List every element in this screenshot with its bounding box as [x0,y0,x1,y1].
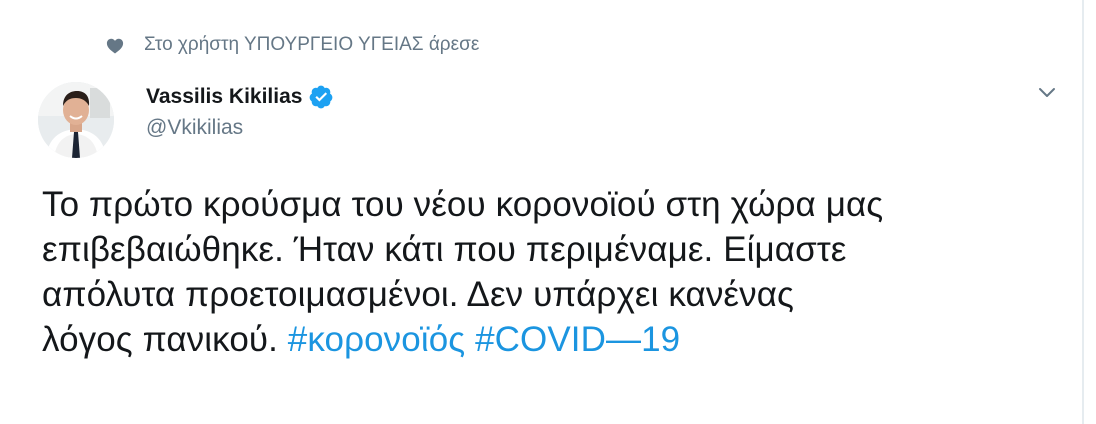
tweet-line: λόγος πανικού. [42,320,278,359]
tweet-card[interactable]: Στο χρήστη ΥΠΟΥΡΓΕΙΟ ΥΓΕΙΑΣ άρεσε Vassil… [0,0,1084,424]
tweet-line: επιβεβαιώθηκε. Ήταν κάτι που περιμέναμε.… [42,230,847,269]
hashtag-link[interactable]: #κορονοϊός [288,320,465,359]
hashtag-link[interactable]: #COVID—19 [475,320,680,359]
social-context: Στο χρήστη ΥΠΟΥΡΓΕΙΟ ΥΓΕΙΑΣ άρεσε [104,32,479,58]
heart-icon [104,34,126,56]
verified-badge-icon [308,84,334,110]
author-name-row[interactable]: Vassilis Kikilias [146,82,334,112]
tweet-text: Το πρώτο κρούσμα του νέου κορονοϊού στη … [42,182,1052,362]
chevron-down-icon[interactable] [1034,80,1060,106]
tweet-line: Το πρώτο κρούσμα του νέου κορονοϊού στη … [42,185,884,224]
social-context-text[interactable]: Στο χρήστη ΥΠΟΥΡΓΕΙΟ ΥΓΕΙΑΣ άρεσε [144,34,479,56]
tweet-line-with-hashtags: λόγος πανικού. #κορονοϊός #COVID—19 [42,317,1052,362]
display-name[interactable]: Vassilis Kikilias [146,85,302,109]
author-handle[interactable]: @Vkikilias [146,116,243,140]
tweet-line: απόλυτα προετοιμασμένοι. Δεν υπάρχει καν… [42,275,795,314]
avatar[interactable] [38,82,114,158]
